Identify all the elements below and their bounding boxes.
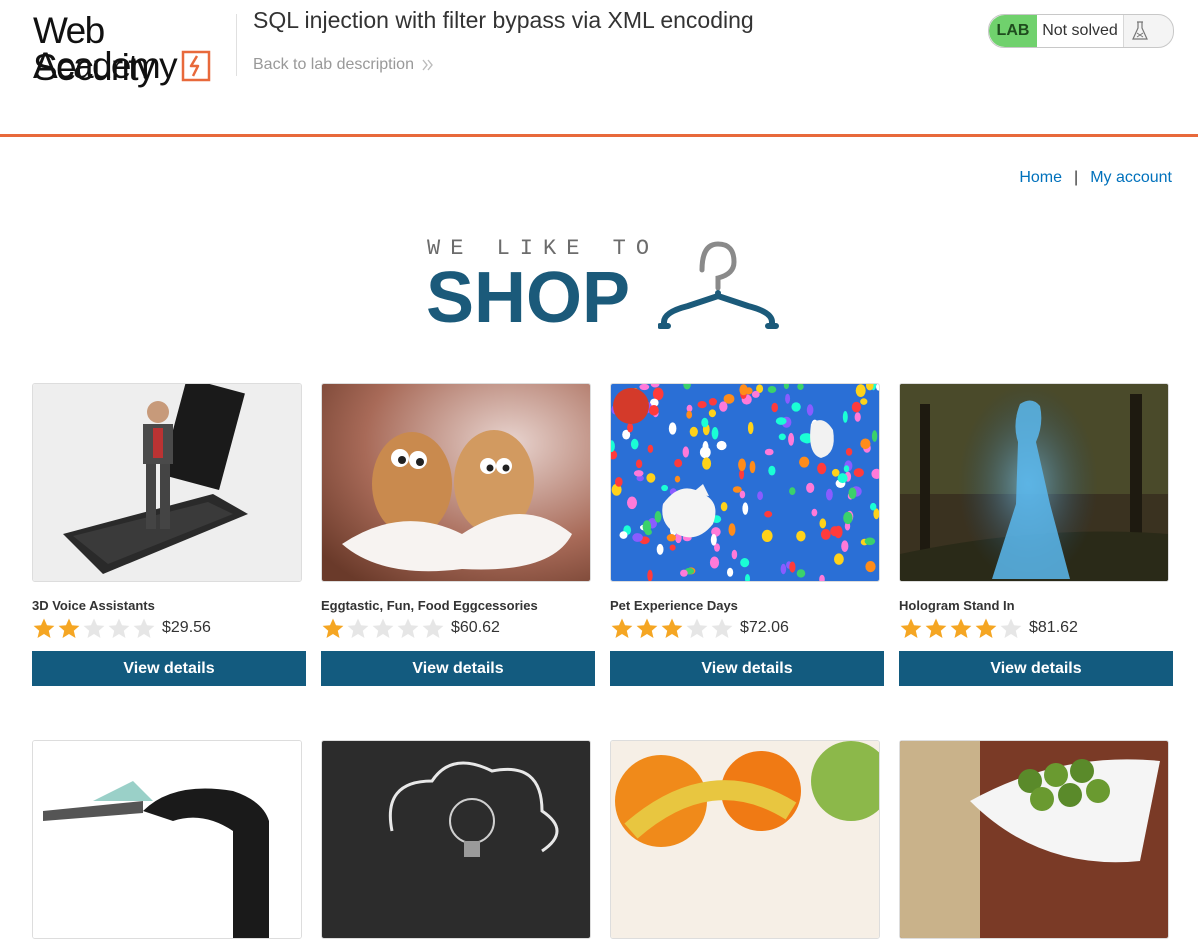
my-account-link[interactable]: My account bbox=[1090, 169, 1172, 187]
product-card bbox=[32, 740, 306, 939]
star-filled-icon bbox=[611, 618, 633, 638]
lab-status-widget: LAB Not solved bbox=[988, 14, 1174, 48]
view-details-button[interactable]: View details bbox=[610, 651, 884, 686]
back-to-lab-description-link[interactable]: Back to lab description bbox=[253, 56, 434, 74]
product-price: $72.06 bbox=[740, 619, 789, 636]
product-price: $81.62 bbox=[1029, 619, 1078, 636]
product-rating: $81.62 bbox=[899, 617, 1173, 639]
product-image-sprouts-bowl[interactable] bbox=[899, 740, 1169, 939]
view-details-button[interactable]: View details bbox=[321, 651, 595, 686]
star-filled-icon bbox=[58, 618, 80, 638]
star-filled-icon bbox=[661, 618, 683, 638]
flask-icon bbox=[1132, 21, 1148, 40]
product-card: Pet Experience Days $72.06 View details bbox=[610, 383, 884, 686]
product-card: Eggtastic, Fun, Food Eggcessories $60.62… bbox=[321, 383, 595, 686]
double-chevron-right-icon bbox=[422, 59, 433, 71]
product-image-headphones[interactable] bbox=[32, 740, 302, 939]
shop-banner: WE LIKE TO SHOP bbox=[426, 236, 786, 346]
product-name: Pet Experience Days bbox=[610, 598, 738, 613]
logo-line2: Academy bbox=[33, 45, 178, 86]
back-link-label: Back to lab description bbox=[253, 56, 414, 73]
product-rating: $60.62 bbox=[321, 617, 595, 639]
star-filled-icon bbox=[925, 618, 947, 638]
product-card: 3D Voice Assistants $29.56 View details bbox=[32, 383, 306, 686]
star-filled-icon bbox=[900, 618, 922, 638]
home-link[interactable]: Home bbox=[1019, 169, 1062, 187]
view-details-button[interactable]: View details bbox=[899, 651, 1173, 686]
product-name: 3D Voice Assistants bbox=[32, 598, 155, 613]
view-details-button[interactable]: View details bbox=[32, 651, 306, 686]
star-rating bbox=[32, 617, 156, 639]
star-empty-icon bbox=[83, 618, 105, 638]
star-filled-icon bbox=[33, 618, 55, 638]
star-rating bbox=[321, 617, 445, 639]
star-empty-icon bbox=[711, 618, 733, 638]
star-empty-icon bbox=[108, 618, 130, 638]
product-name: Hologram Stand In bbox=[899, 598, 1015, 613]
product-image-hologram-woman[interactable] bbox=[899, 383, 1169, 582]
star-rating bbox=[899, 617, 1023, 639]
hanger-icon bbox=[658, 241, 779, 329]
top-nav: Home | My account bbox=[1019, 169, 1172, 187]
product-price: $60.62 bbox=[451, 619, 500, 636]
product-card bbox=[321, 740, 595, 939]
star-empty-icon bbox=[347, 618, 369, 638]
lab-header: Web Security Academy SQL injection with … bbox=[0, 0, 1198, 137]
star-filled-icon bbox=[975, 618, 997, 638]
product-image-figurine-on-phone[interactable] bbox=[32, 383, 302, 582]
star-empty-icon bbox=[422, 618, 444, 638]
product-rating: $29.56 bbox=[32, 617, 306, 639]
web-security-academy-logo[interactable]: Web Security Academy bbox=[33, 12, 233, 86]
nav-separator: | bbox=[1074, 169, 1079, 186]
product-price: $29.56 bbox=[162, 619, 211, 636]
product-rating: $72.06 bbox=[610, 617, 884, 639]
product-image-dogs-with-balloons[interactable] bbox=[610, 383, 880, 582]
product-image-fruit[interactable] bbox=[610, 740, 880, 939]
header-divider bbox=[236, 14, 237, 76]
banner-title: SHOP bbox=[426, 258, 631, 338]
star-filled-icon bbox=[322, 618, 344, 638]
lab-status-text: Not solved bbox=[1037, 15, 1124, 47]
star-rating bbox=[610, 617, 734, 639]
lab-tag: LAB bbox=[989, 15, 1037, 47]
star-empty-icon bbox=[397, 618, 419, 638]
product-image-eggs-with-eyes[interactable] bbox=[321, 383, 591, 582]
logo-bolt-icon bbox=[181, 50, 211, 82]
star-filled-icon bbox=[950, 618, 972, 638]
star-empty-icon bbox=[1000, 618, 1022, 638]
lab-title: SQL injection with filter bypass via XML… bbox=[253, 7, 754, 33]
star-empty-icon bbox=[686, 618, 708, 638]
product-image-lightbulb-chalk[interactable] bbox=[321, 740, 591, 939]
product-name: Eggtastic, Fun, Food Eggcessories bbox=[321, 598, 538, 613]
star-empty-icon bbox=[133, 618, 155, 638]
product-card bbox=[899, 740, 1173, 939]
star-empty-icon bbox=[372, 618, 394, 638]
product-card: Hologram Stand In $81.62 View details bbox=[899, 383, 1173, 686]
star-filled-icon bbox=[636, 618, 658, 638]
product-card bbox=[610, 740, 884, 939]
